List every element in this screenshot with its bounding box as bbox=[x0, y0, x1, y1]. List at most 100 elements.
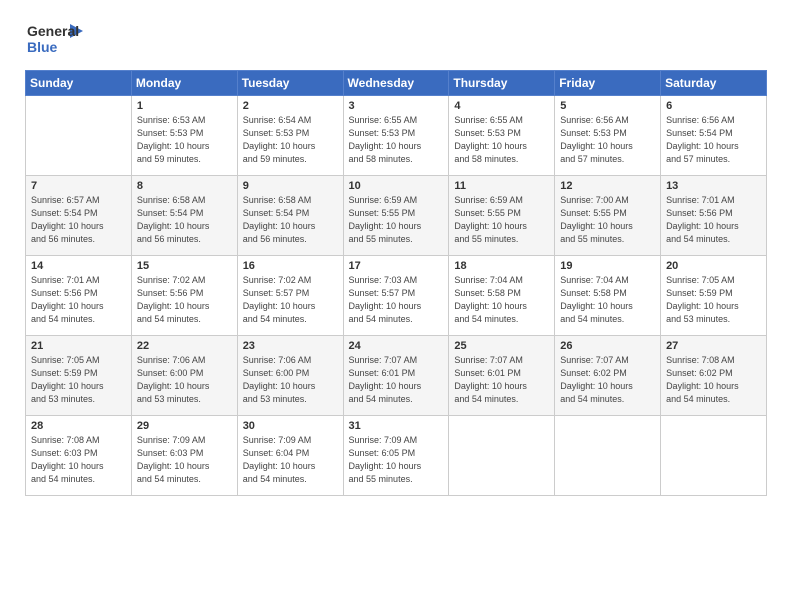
day-info: Sunrise: 6:55 AM Sunset: 5:53 PM Dayligh… bbox=[454, 114, 549, 166]
day-info: Sunrise: 7:00 AM Sunset: 5:55 PM Dayligh… bbox=[560, 194, 655, 246]
day-info: Sunrise: 7:04 AM Sunset: 5:58 PM Dayligh… bbox=[560, 274, 655, 326]
day-number: 3 bbox=[349, 100, 444, 112]
day-info: Sunrise: 7:06 AM Sunset: 6:00 PM Dayligh… bbox=[243, 354, 338, 406]
day-number: 12 bbox=[560, 180, 655, 192]
day-cell bbox=[661, 416, 767, 496]
calendar-header: SundayMondayTuesdayWednesdayThursdayFrid… bbox=[26, 71, 767, 96]
day-number: 20 bbox=[666, 260, 761, 272]
logo: GeneralBlue bbox=[25, 20, 85, 58]
header-cell-tuesday: Tuesday bbox=[237, 71, 343, 96]
header-cell-thursday: Thursday bbox=[449, 71, 555, 96]
header-cell-wednesday: Wednesday bbox=[343, 71, 449, 96]
day-cell: 11 Sunrise: 6:59 AM Sunset: 5:55 PM Dayli… bbox=[449, 176, 555, 256]
day-number: 21 bbox=[31, 340, 126, 352]
day-number: 19 bbox=[560, 260, 655, 272]
day-number: 30 bbox=[243, 420, 338, 432]
day-info: Sunrise: 7:05 AM Sunset: 5:59 PM Dayligh… bbox=[31, 354, 126, 406]
day-cell: 6 Sunrise: 6:56 AM Sunset: 5:54 PM Daylig… bbox=[661, 96, 767, 176]
day-number: 7 bbox=[31, 180, 126, 192]
day-cell: 9 Sunrise: 6:58 AM Sunset: 5:54 PM Daylig… bbox=[237, 176, 343, 256]
day-cell: 28Sunrise: 7:08 AM Sunset: 6:03 PM Dayli… bbox=[26, 416, 132, 496]
day-info: Sunrise: 7:07 AM Sunset: 6:01 PM Dayligh… bbox=[454, 354, 549, 406]
day-cell: 22Sunrise: 7:06 AM Sunset: 6:00 PM Dayli… bbox=[131, 336, 237, 416]
day-cell: 18 Sunrise: 7:04 AM Sunset: 5:58 PM Dayli… bbox=[449, 256, 555, 336]
header-cell-friday: Friday bbox=[555, 71, 661, 96]
day-cell: 31Sunrise: 7:09 AM Sunset: 6:05 PM Dayli… bbox=[343, 416, 449, 496]
day-cell: 24 Sunrise: 7:07 AM Sunset: 6:01 PM Dayli… bbox=[343, 336, 449, 416]
day-cell: 27 Sunrise: 7:08 AM Sunset: 6:02 PM Dayli… bbox=[661, 336, 767, 416]
day-cell: 21 Sunrise: 7:05 AM Sunset: 5:59 PM Dayli… bbox=[26, 336, 132, 416]
day-number: 11 bbox=[454, 180, 549, 192]
day-info: Sunrise: 7:08 AM Sunset: 6:03 PM Dayligh… bbox=[31, 434, 126, 486]
day-info: Sunrise: 7:05 AM Sunset: 5:59 PM Dayligh… bbox=[666, 274, 761, 326]
day-number: 24 bbox=[349, 340, 444, 352]
day-cell: 7 Sunrise: 6:57 AM Sunset: 5:54 PM Daylig… bbox=[26, 176, 132, 256]
header: GeneralBlue bbox=[25, 20, 767, 58]
day-cell: 1Sunrise: 6:53 AM Sunset: 5:53 PM Daylig… bbox=[131, 96, 237, 176]
day-info: Sunrise: 7:07 AM Sunset: 6:02 PM Dayligh… bbox=[560, 354, 655, 406]
calendar-body: 1Sunrise: 6:53 AM Sunset: 5:53 PM Daylig… bbox=[26, 96, 767, 496]
day-number: 4 bbox=[454, 100, 549, 112]
day-info: Sunrise: 6:55 AM Sunset: 5:53 PM Dayligh… bbox=[349, 114, 444, 166]
day-number: 17 bbox=[349, 260, 444, 272]
day-cell: 23 Sunrise: 7:06 AM Sunset: 6:00 PM Dayli… bbox=[237, 336, 343, 416]
day-info: Sunrise: 7:02 AM Sunset: 5:56 PM Dayligh… bbox=[137, 274, 232, 326]
day-number: 18 bbox=[454, 260, 549, 272]
day-cell: 17 Sunrise: 7:03 AM Sunset: 5:57 PM Dayli… bbox=[343, 256, 449, 336]
day-info: Sunrise: 6:58 AM Sunset: 5:54 PM Dayligh… bbox=[243, 194, 338, 246]
day-cell: 5 Sunrise: 6:56 AM Sunset: 5:53 PM Daylig… bbox=[555, 96, 661, 176]
day-info: Sunrise: 6:57 AM Sunset: 5:54 PM Dayligh… bbox=[31, 194, 126, 246]
day-cell: 20 Sunrise: 7:05 AM Sunset: 5:59 PM Dayli… bbox=[661, 256, 767, 336]
day-cell: 12 Sunrise: 7:00 AM Sunset: 5:55 PM Dayli… bbox=[555, 176, 661, 256]
week-row-2: 7 Sunrise: 6:57 AM Sunset: 5:54 PM Daylig… bbox=[26, 176, 767, 256]
day-info: Sunrise: 6:56 AM Sunset: 5:53 PM Dayligh… bbox=[560, 114, 655, 166]
day-cell: 8 Sunrise: 6:58 AM Sunset: 5:54 PM Daylig… bbox=[131, 176, 237, 256]
day-cell: 16 Sunrise: 7:02 AM Sunset: 5:57 PM Dayli… bbox=[237, 256, 343, 336]
day-cell: 29Sunrise: 7:09 AM Sunset: 6:03 PM Dayli… bbox=[131, 416, 237, 496]
day-number: 5 bbox=[560, 100, 655, 112]
day-cell bbox=[449, 416, 555, 496]
day-number: 13 bbox=[666, 180, 761, 192]
day-info: Sunrise: 7:09 AM Sunset: 6:04 PM Dayligh… bbox=[243, 434, 338, 486]
day-info: Sunrise: 7:07 AM Sunset: 6:01 PM Dayligh… bbox=[349, 354, 444, 406]
day-number: 27 bbox=[666, 340, 761, 352]
header-cell-monday: Monday bbox=[131, 71, 237, 96]
day-number: 14 bbox=[31, 260, 126, 272]
day-number: 10 bbox=[349, 180, 444, 192]
day-info: Sunrise: 6:54 AM Sunset: 5:53 PM Dayligh… bbox=[243, 114, 338, 166]
day-cell: 25 Sunrise: 7:07 AM Sunset: 6:01 PM Dayli… bbox=[449, 336, 555, 416]
day-number: 15 bbox=[137, 260, 232, 272]
day-info: Sunrise: 6:56 AM Sunset: 5:54 PM Dayligh… bbox=[666, 114, 761, 166]
day-cell: 4 Sunrise: 6:55 AM Sunset: 5:53 PM Daylig… bbox=[449, 96, 555, 176]
header-row: SundayMondayTuesdayWednesdayThursdayFrid… bbox=[26, 71, 767, 96]
day-info: Sunrise: 6:59 AM Sunset: 5:55 PM Dayligh… bbox=[454, 194, 549, 246]
day-info: Sunrise: 6:58 AM Sunset: 5:54 PM Dayligh… bbox=[137, 194, 232, 246]
svg-text:Blue: Blue bbox=[27, 39, 58, 55]
svg-text:General: General bbox=[27, 23, 79, 39]
day-info: Sunrise: 7:03 AM Sunset: 5:57 PM Dayligh… bbox=[349, 274, 444, 326]
day-number: 25 bbox=[454, 340, 549, 352]
day-number: 9 bbox=[243, 180, 338, 192]
week-row-3: 14 Sunrise: 7:01 AM Sunset: 5:56 PM Dayli… bbox=[26, 256, 767, 336]
day-info: Sunrise: 7:08 AM Sunset: 6:02 PM Dayligh… bbox=[666, 354, 761, 406]
day-info: Sunrise: 6:59 AM Sunset: 5:55 PM Dayligh… bbox=[349, 194, 444, 246]
day-number: 8 bbox=[137, 180, 232, 192]
week-row-4: 21 Sunrise: 7:05 AM Sunset: 5:59 PM Dayli… bbox=[26, 336, 767, 416]
day-number: 31 bbox=[349, 420, 444, 432]
day-cell: 19 Sunrise: 7:04 AM Sunset: 5:58 PM Dayli… bbox=[555, 256, 661, 336]
logo-svg: GeneralBlue bbox=[25, 20, 85, 58]
day-number: 6 bbox=[666, 100, 761, 112]
day-info: Sunrise: 7:01 AM Sunset: 5:56 PM Dayligh… bbox=[666, 194, 761, 246]
day-cell: 26Sunrise: 7:07 AM Sunset: 6:02 PM Dayli… bbox=[555, 336, 661, 416]
day-cell: 30 Sunrise: 7:09 AM Sunset: 6:04 PM Dayli… bbox=[237, 416, 343, 496]
day-info: Sunrise: 7:02 AM Sunset: 5:57 PM Dayligh… bbox=[243, 274, 338, 326]
day-info: Sunrise: 6:53 AM Sunset: 5:53 PM Dayligh… bbox=[137, 114, 232, 166]
day-info: Sunrise: 7:01 AM Sunset: 5:56 PM Dayligh… bbox=[31, 274, 126, 326]
day-cell bbox=[26, 96, 132, 176]
day-number: 16 bbox=[243, 260, 338, 272]
day-info: Sunrise: 7:04 AM Sunset: 5:58 PM Dayligh… bbox=[454, 274, 549, 326]
day-number: 23 bbox=[243, 340, 338, 352]
day-number: 22 bbox=[137, 340, 232, 352]
header-cell-sunday: Sunday bbox=[26, 71, 132, 96]
page: GeneralBlue SundayMondayTuesdayWednesday… bbox=[0, 0, 792, 612]
